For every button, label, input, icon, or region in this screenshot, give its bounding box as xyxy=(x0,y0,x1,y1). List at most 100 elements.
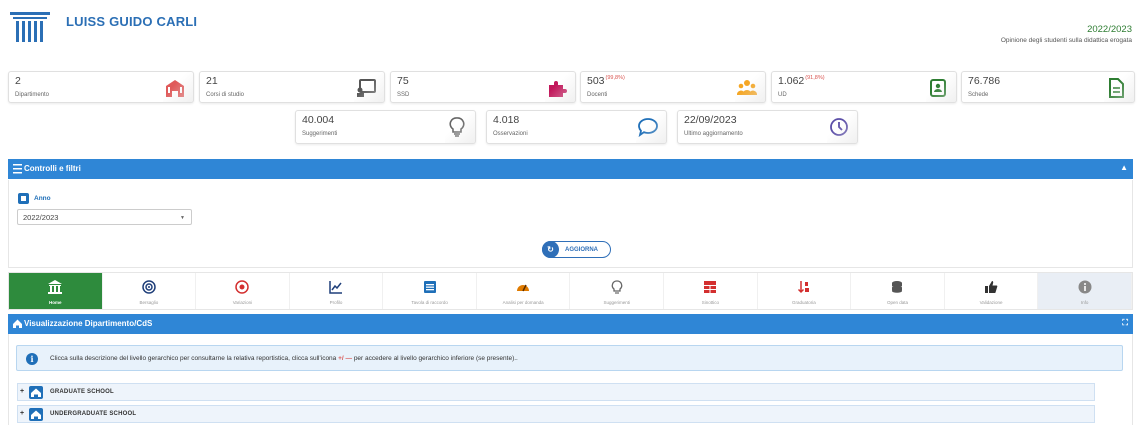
academic-year: 2022/2023 xyxy=(1087,24,1132,35)
stat-card-osservazioni: 4.018 Osservazioni xyxy=(486,110,667,144)
tab-tavola-di-raccordo[interactable]: Tavola di raccordo xyxy=(383,273,477,309)
view-panel-title: Visualizzazione Dipartimento/CdS xyxy=(24,319,153,328)
stat-label: Suggerimenti xyxy=(302,131,338,137)
card-shade xyxy=(1104,72,1134,102)
line-chart-icon xyxy=(329,281,343,294)
home-icon xyxy=(13,319,22,328)
stat-card-ud: 1.062(91,8%) UD xyxy=(771,71,957,103)
stat-card-schede: 76.786 Schede xyxy=(961,71,1135,103)
luiss-logo-icon xyxy=(10,12,50,42)
stat-label: Osservazioni xyxy=(493,131,528,137)
radio-dot-icon xyxy=(235,280,250,294)
info-icon xyxy=(1078,280,1092,294)
gauge-icon xyxy=(517,284,530,292)
anno-select-value: 2022/2023 xyxy=(23,213,59,222)
nav-tabs: Home Bersaglio Variazioni Profilo Tavola… xyxy=(8,272,1133,310)
list-table-icon xyxy=(423,281,436,293)
stat-value: 21 xyxy=(206,75,218,87)
tab-label: Tavola di raccordo xyxy=(411,300,448,305)
card-shade xyxy=(545,72,575,102)
anno-select[interactable]: 2022/2023 ▼ xyxy=(17,209,192,225)
aggiorna-button[interactable]: ↻ AGGIORNA xyxy=(542,241,611,258)
page: LUISS GUIDO CARLI 2022/2023 Opinione deg… xyxy=(0,0,1138,425)
stat-card-aggiornamento: 22/09/2023 Ultimo aggiornamento xyxy=(677,110,858,144)
tab-analisi-per-domanda[interactable]: Analisi per domanda xyxy=(477,273,571,309)
anno-label: Anno xyxy=(34,195,51,202)
caret-down-icon: ▼ xyxy=(180,215,185,221)
stat-card-ssd: 75 SSD xyxy=(390,71,576,103)
stat-card-docenti: 503(99,8%) Docenti xyxy=(580,71,766,103)
filters-panel-header[interactable]: Controlli e filtri ▲ xyxy=(8,159,1133,179)
stat-label: UD xyxy=(778,92,787,98)
tab-label: Variazioni xyxy=(232,300,253,305)
tab-label: Sinottico xyxy=(701,300,719,305)
aggiorna-label: AGGIORNA xyxy=(565,247,598,253)
page-subtitle: Opinione degli studenti sulla didattica … xyxy=(1000,37,1132,44)
tab-suggerimenti[interactable]: Suggerimenti xyxy=(570,273,665,309)
filter-lines-icon xyxy=(13,164,22,174)
database-icon xyxy=(892,281,903,293)
info-alert: i Clicca sulla descrizione del livello g… xyxy=(16,345,1123,371)
card-shade xyxy=(163,72,193,102)
home-icon xyxy=(29,386,43,399)
tab-variazioni[interactable]: Variazioni xyxy=(196,273,290,309)
tab-sinottico[interactable]: Sinottico xyxy=(664,273,758,309)
info-circle-icon: i xyxy=(26,353,38,365)
card-shade xyxy=(636,111,666,143)
institution-icon xyxy=(48,280,63,294)
tab-profilo[interactable]: Profilo xyxy=(290,273,384,309)
brand-name: LUISS GUIDO CARLI xyxy=(66,14,198,29)
tab-label: Info xyxy=(1080,300,1089,305)
stat-label: Schede xyxy=(968,92,989,98)
stat-label: Dipartimento xyxy=(15,92,50,98)
card-shade xyxy=(445,111,475,143)
home-icon xyxy=(29,408,43,421)
stat-label: Corsi di studio xyxy=(206,92,245,98)
tree-row-label[interactable]: UNDERGRADUATE SCHOOL xyxy=(50,411,136,417)
stat-value: 2 xyxy=(15,75,21,87)
filters-panel-title: Controlli e filtri xyxy=(24,164,81,173)
tab-graduatoria[interactable]: Graduatoria xyxy=(758,273,852,309)
card-shade xyxy=(926,72,956,102)
thumbs-up-icon xyxy=(985,281,998,293)
tab-label: Graduatoria xyxy=(792,300,816,305)
grid-table-icon xyxy=(704,281,717,293)
tab-info[interactable]: Info xyxy=(1038,273,1132,309)
refresh-icon: ↻ xyxy=(542,241,559,258)
stat-value: 75 xyxy=(397,75,409,87)
tab-label: Open data xyxy=(886,300,908,305)
tab-open-data[interactable]: Open data xyxy=(851,273,945,309)
stat-label: Ultimo aggiornamento xyxy=(684,131,743,137)
tree-row-graduate-school[interactable]: + GRADUATE SCHOOL xyxy=(17,383,1095,401)
tree-row-undergraduate-school[interactable]: + UNDERGRADUATE SCHOOL xyxy=(17,405,1095,423)
target-icon xyxy=(142,280,156,294)
expand-icon[interactable]: ⛶ xyxy=(1122,318,1128,328)
stat-label: Docenti xyxy=(587,92,608,98)
tree-row-label[interactable]: GRADUATE SCHOOL xyxy=(50,389,114,395)
tab-label: Profilo xyxy=(329,300,343,305)
expand-plus-icon[interactable]: + xyxy=(20,410,24,417)
expand-plus-icon[interactable]: + xyxy=(20,388,24,395)
view-panel-header: Visualizzazione Dipartimento/CdS ⛶ xyxy=(8,314,1133,334)
tab-bersaglio[interactable]: Bersaglio xyxy=(103,273,197,309)
stat-card-dipartimento: 2 Dipartimento xyxy=(8,71,194,103)
tab-label: Home xyxy=(49,300,62,305)
calendar-icon xyxy=(18,193,29,204)
stat-value: 4.018 xyxy=(493,114,520,126)
stat-value: 22/09/2023 xyxy=(684,114,737,126)
tab-validazione[interactable]: Validazione xyxy=(945,273,1039,309)
card-shade xyxy=(735,72,765,102)
stat-value: 503(99,8%) xyxy=(587,75,625,87)
stat-card-suggerimenti: 40.004 Suggerimenti xyxy=(295,110,476,144)
chevron-up-icon[interactable]: ▲ xyxy=(1120,163,1128,172)
card-shade xyxy=(827,111,857,143)
info-alert-text: Clicca sulla descrizione del livello ger… xyxy=(50,355,518,362)
stat-label: SSD xyxy=(397,92,410,98)
stat-value: 76.786 xyxy=(968,75,1001,87)
tab-home[interactable]: Home xyxy=(9,273,103,309)
stat-value: 40.004 xyxy=(302,114,335,126)
stat-value: 1.062(91,8%) xyxy=(778,75,825,87)
tab-label: Suggerimenti xyxy=(603,300,631,305)
card-shade xyxy=(354,72,384,102)
lightbulb-icon xyxy=(611,280,623,294)
